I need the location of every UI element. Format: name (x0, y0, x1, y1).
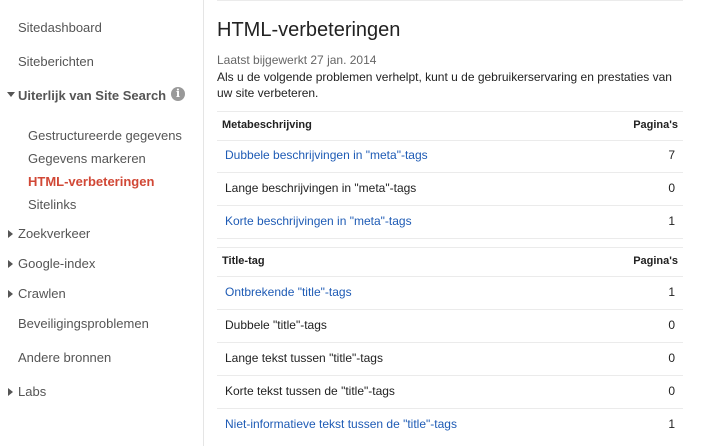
nav-sub-gegevens-markeren[interactable]: Gegevens markeren (28, 151, 146, 166)
nav-item-google-index[interactable]: Google-index (18, 256, 95, 271)
nav-item-siteberichten[interactable]: Siteberichten (18, 54, 94, 69)
section-header-title-tag: Title-tag Pagina's (217, 247, 683, 277)
info-icon[interactable]: i (171, 87, 185, 101)
nav-item-zoekverkeer[interactable]: Zoekverkeer (18, 226, 90, 241)
nav-item-labs[interactable]: Labs (18, 384, 46, 399)
section-title: Metabeschrijving (222, 119, 312, 131)
issue-label: Korte tekst tussen de "title"-tags (225, 384, 395, 398)
page-count: 1 (668, 214, 675, 228)
main-content: HTML-verbeteringen Laatst bijgewerkt 27 … (217, 0, 683, 446)
collapsed-triangle-icon[interactable] (8, 260, 13, 268)
nav-sub-html-verbeteringen[interactable]: HTML-verbeteringen (28, 174, 154, 189)
nav-group-uiterlijk[interactable]: Uiterlijk van Site Search (18, 88, 178, 104)
page-count: 1 (668, 285, 675, 299)
sidebar: Sitedashboard Siteberichten Uiterlijk va… (0, 0, 203, 446)
section-header-metabeschrijving: Metabeschrijving Pagina's (217, 111, 683, 141)
issue-label: Lange beschrijvingen in "meta"-tags (225, 181, 417, 195)
column-header-paginas: Pagina's (633, 119, 678, 131)
issue-link[interactable]: Ontbrekende "title"-tags (225, 285, 352, 299)
table-row: Dubbele beschrijvingen in "meta"-tags 7 (217, 140, 683, 173)
table-row: Niet-informatieve tekst tussen de "title… (217, 409, 683, 441)
expanded-triangle-icon[interactable] (7, 92, 15, 97)
table-row: Dubbele "title"-tags 0 (217, 310, 683, 343)
page-count: 0 (668, 318, 675, 332)
sidebar-divider (203, 0, 204, 446)
page-count: 0 (668, 181, 675, 195)
section-title: Title-tag (222, 255, 265, 267)
page-count: 1 (668, 417, 675, 431)
issue-label: Dubbele "title"-tags (225, 318, 327, 332)
page-count: 7 (668, 148, 675, 162)
table-row: Ontbrekende "title"-tags 1 (217, 277, 683, 310)
issue-link[interactable]: Niet-informatieve tekst tussen de "title… (225, 417, 457, 431)
column-header-paginas: Pagina's (633, 255, 678, 267)
page-count: 0 (668, 384, 675, 398)
collapsed-triangle-icon[interactable] (8, 230, 13, 238)
collapsed-triangle-icon[interactable] (8, 388, 13, 396)
table-row: Lange beschrijvingen in "meta"-tags 0 (217, 173, 683, 206)
page-count: 0 (668, 351, 675, 365)
table-row: Lange tekst tussen "title"-tags 0 (217, 343, 683, 376)
description-text: Als u de volgende problemen verhelpt, ku… (217, 70, 672, 100)
nav-item-beveiligingsproblemen[interactable]: Beveiligingsproblemen (18, 316, 149, 331)
nav-item-andere-bronnen[interactable]: Andere bronnen (18, 350, 111, 365)
last-updated-text: Laatst bijgewerkt 27 jan. 2014 (217, 53, 377, 67)
issue-link[interactable]: Korte beschrijvingen in "meta"-tags (225, 214, 412, 228)
collapsed-triangle-icon[interactable] (8, 290, 13, 298)
nav-item-crawlen[interactable]: Crawlen (18, 286, 66, 301)
table-row: Korte tekst tussen de "title"-tags 0 (217, 376, 683, 409)
issue-label: Lange tekst tussen "title"-tags (225, 351, 383, 365)
page-title: HTML-verbeteringen (217, 19, 401, 41)
nav-item-sitedashboard[interactable]: Sitedashboard (18, 20, 102, 35)
nav-sub-gestructureerde-gegevens[interactable]: Gestructureerde gegevens (28, 128, 182, 143)
nav-sub-sitelinks[interactable]: Sitelinks (28, 197, 76, 212)
table-row: Korte beschrijvingen in "meta"-tags 1 (217, 206, 683, 239)
issue-link[interactable]: Dubbele beschrijvingen in "meta"-tags (225, 148, 428, 162)
